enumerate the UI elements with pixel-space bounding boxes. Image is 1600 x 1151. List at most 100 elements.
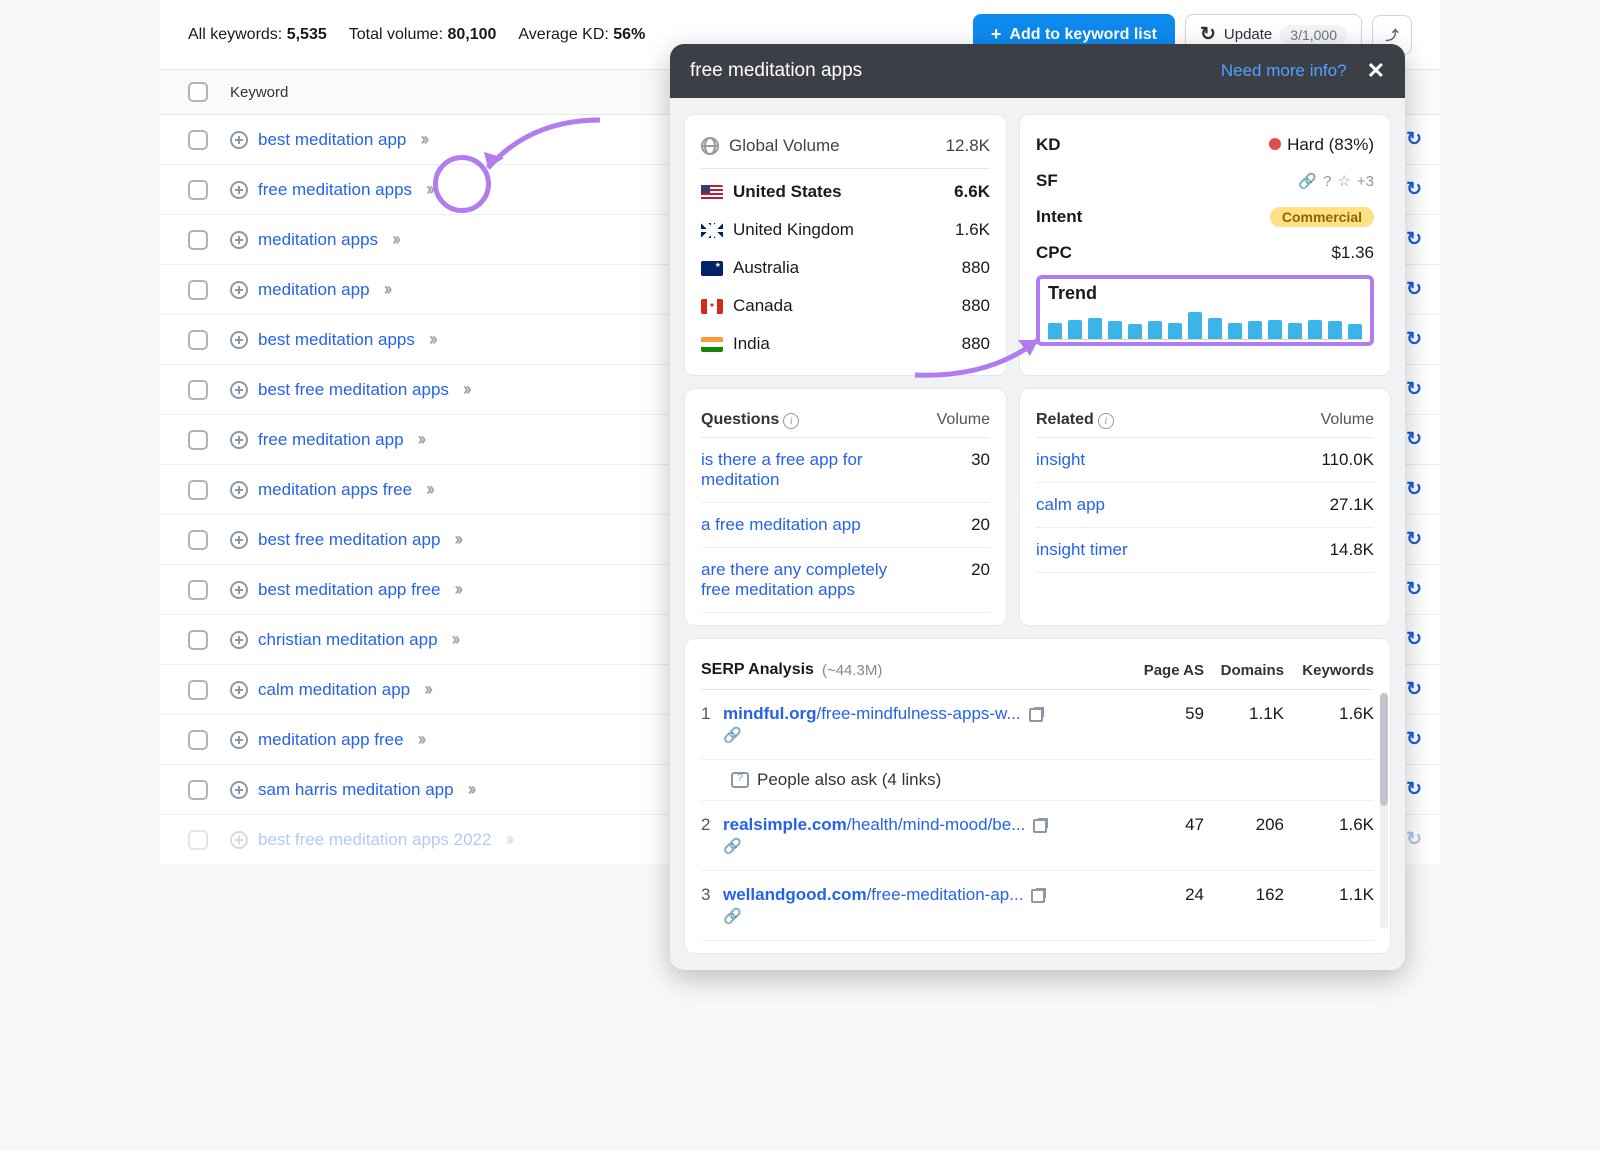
add-icon[interactable] [230,481,248,499]
keyword-link[interactable]: free meditation apps [258,180,412,200]
keyword-link[interactable]: best free meditation app [258,530,440,550]
row-checkbox[interactable] [188,480,208,500]
row-checkbox[interactable] [188,280,208,300]
related-link[interactable]: insight [1036,450,1085,470]
expand-icon[interactable]: ›› [505,829,511,850]
keyword-link[interactable]: meditation app free [258,730,404,750]
keyword-link[interactable]: christian meditation app [258,630,438,650]
question-link[interactable]: a free meditation app [701,515,861,535]
refresh-icon[interactable]: ↻ [1406,478,1422,501]
add-icon[interactable] [230,531,248,549]
add-icon[interactable] [230,681,248,699]
row-checkbox[interactable] [188,180,208,200]
keyword-link[interactable]: best meditation apps [258,330,415,350]
keyword-link[interactable]: calm meditation app [258,680,410,700]
add-icon[interactable] [230,181,248,199]
refresh-icon[interactable]: ↻ [1406,528,1422,551]
refresh-icon[interactable]: ↻ [1406,178,1422,201]
select-all-checkbox[interactable] [188,82,208,102]
add-icon[interactable] [230,331,248,349]
add-icon[interactable] [230,381,248,399]
keyword-link[interactable]: best free meditation apps 2022 [258,830,491,850]
add-icon[interactable] [230,231,248,249]
refresh-icon[interactable]: ↻ [1406,678,1422,701]
keyword-detail-popup: free meditation apps Need more info? ✕ G… [670,44,1405,970]
keyword-link[interactable]: best meditation app [258,130,406,150]
add-icon[interactable] [230,581,248,599]
serp-url-link[interactable]: realsimple.com/health/mind-mood/be... [723,815,1025,834]
keyword-link[interactable]: meditation app [258,280,370,300]
add-icon[interactable] [230,831,248,849]
row-checkbox[interactable] [188,680,208,700]
column-keyword[interactable]: Keyword [230,84,288,101]
external-link-icon[interactable] [1033,819,1047,833]
keyword-link[interactable]: best free meditation apps [258,380,449,400]
expand-icon[interactable]: ›› [429,329,435,350]
keyword-link[interactable]: meditation apps [258,230,378,250]
refresh-icon[interactable]: ↻ [1406,778,1422,801]
keyword-link[interactable]: sam harris meditation app [258,780,454,800]
serp-url-link[interactable]: wellandgood.com/free-meditation-ap... [723,885,1023,904]
keyword-link[interactable]: free meditation app [258,430,404,450]
keyword-link[interactable]: meditation apps free [258,480,412,500]
row-checkbox[interactable] [188,430,208,450]
expand-icon[interactable]: ›› [454,529,460,550]
row-checkbox[interactable] [188,780,208,800]
refresh-icon[interactable]: ↻ [1406,228,1422,251]
add-icon[interactable] [230,131,248,149]
close-button[interactable]: ✕ [1367,58,1385,84]
add-icon[interactable] [230,731,248,749]
refresh-icon[interactable]: ↻ [1406,328,1422,351]
serp-url-link[interactable]: mindful.org/free-mindfulness-apps-w... [723,704,1021,723]
expand-icon[interactable]: ›› [392,229,398,250]
refresh-icon[interactable]: ↻ [1406,378,1422,401]
link-icon: 🔗 [723,907,742,925]
related-link[interactable]: calm app [1036,495,1105,515]
need-more-info-link[interactable]: Need more info? [1221,61,1347,81]
refresh-icon[interactable]: ↻ [1406,578,1422,601]
expand-icon[interactable]: ›› [454,579,460,600]
row-checkbox[interactable] [188,230,208,250]
scrollbar[interactable] [1380,693,1388,929]
row-checkbox[interactable] [188,580,208,600]
question-row: is there a free app for meditation30 [701,438,990,503]
info-icon[interactable]: i [783,413,799,429]
row-checkbox[interactable] [188,630,208,650]
refresh-icon[interactable]: ↻ [1406,128,1422,151]
add-icon[interactable] [230,781,248,799]
serp-card: SERP Analysis (~44.3M) Page AS Domains K… [684,638,1391,954]
row-checkbox[interactable] [188,530,208,550]
expand-icon[interactable]: ›› [418,729,424,750]
external-link-icon[interactable] [1031,889,1045,903]
add-icon[interactable] [230,431,248,449]
refresh-icon[interactable]: ↻ [1406,278,1422,301]
refresh-icon[interactable]: ↻ [1406,428,1422,451]
expand-icon[interactable]: ›› [452,629,458,650]
add-icon[interactable] [230,631,248,649]
add-icon[interactable] [230,281,248,299]
row-checkbox[interactable] [188,330,208,350]
expand-icon[interactable]: ›› [418,429,424,450]
keyword-link[interactable]: best meditation app free [258,580,440,600]
row-checkbox[interactable] [188,730,208,750]
external-link-icon[interactable] [1029,708,1043,722]
info-icon[interactable]: i [1098,413,1114,429]
expand-icon[interactable]: ›› [468,779,474,800]
row-checkbox[interactable] [188,380,208,400]
related-link[interactable]: insight timer [1036,540,1128,560]
expand-icon[interactable]: ›› [420,129,426,150]
refresh-icon[interactable]: ↻ [1406,728,1422,751]
expand-icon[interactable]: ›› [384,279,390,300]
question-link[interactable]: are there any completely free meditation… [701,560,921,600]
question-link[interactable]: is there a free app for meditation [701,450,921,490]
row-checkbox[interactable] [188,130,208,150]
expand-icon[interactable]: ›› [463,379,469,400]
kd-value: Hard (83%) [1287,135,1374,154]
expand-icon[interactable]: ›› [426,179,432,200]
row-checkbox[interactable] [188,830,208,850]
expand-icon[interactable]: ›› [426,479,432,500]
refresh-icon[interactable]: ↻ [1406,828,1422,851]
refresh-icon[interactable]: ↻ [1406,628,1422,651]
people-also-ask-row[interactable]: People also ask (4 links) [701,760,1374,801]
expand-icon[interactable]: ›› [424,679,430,700]
